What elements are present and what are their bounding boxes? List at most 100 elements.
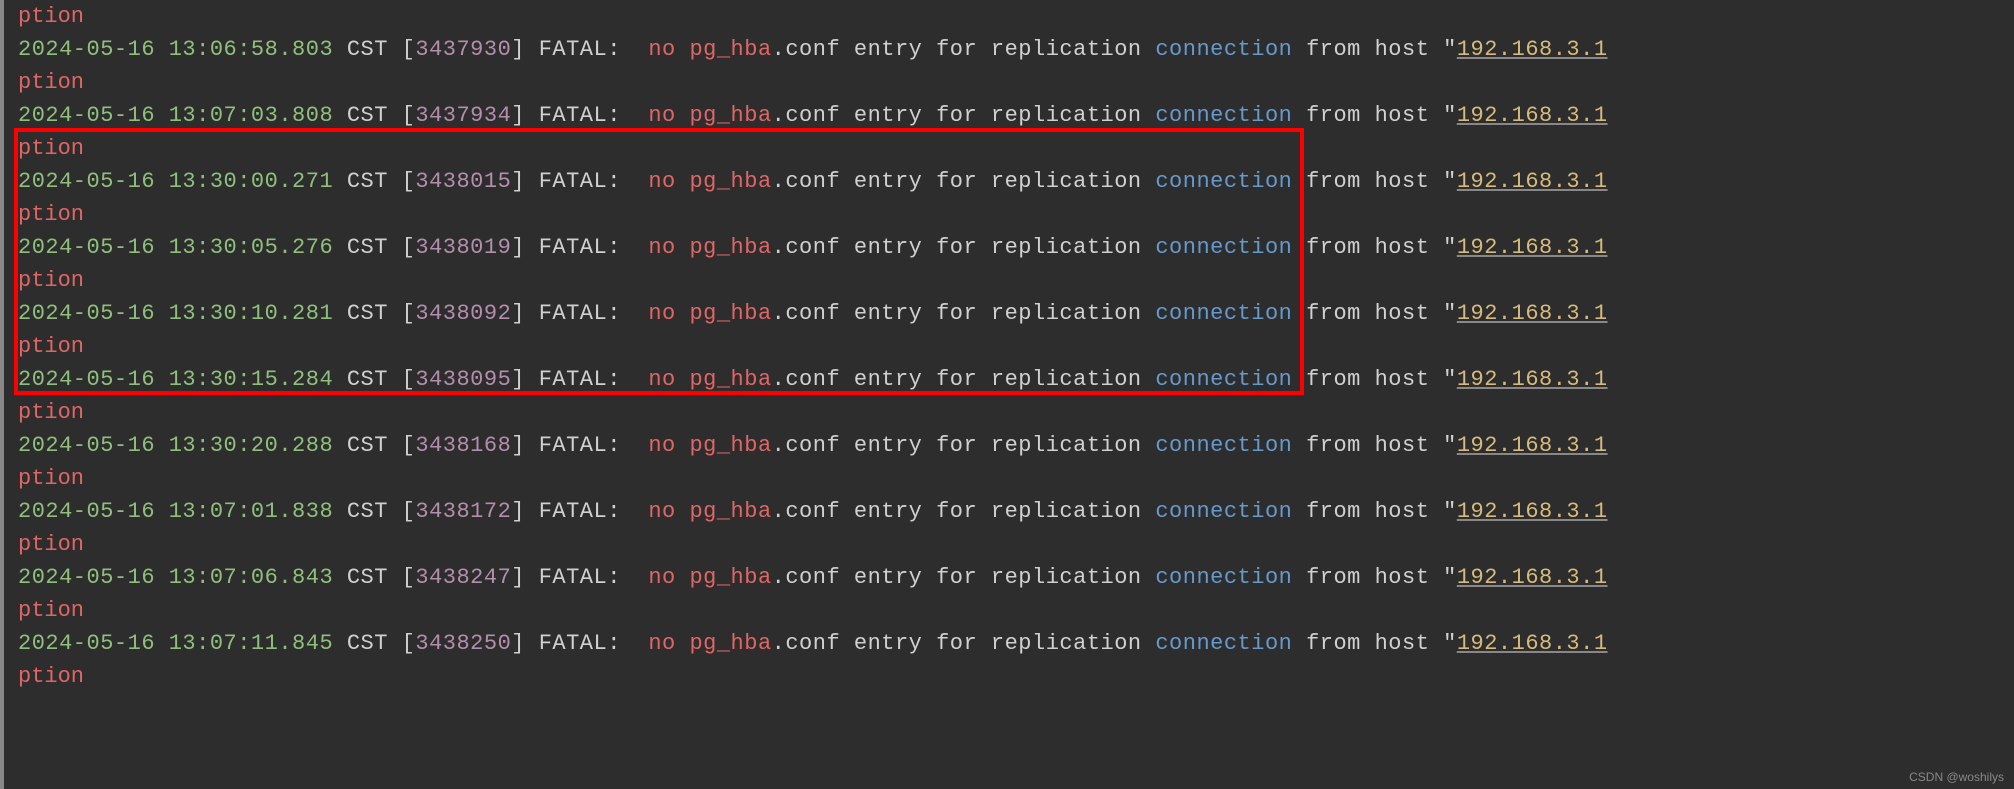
log-output[interactable]: ption 2024-05-16 13:06:58.803 CST [34379…	[4, 0, 2014, 693]
from-host-text: from host	[1306, 565, 1429, 590]
pghba-ref: pg_hba	[689, 631, 771, 656]
keyword-no: no	[648, 235, 675, 260]
pghba-ref: pg_hba	[689, 169, 771, 194]
log-entry: 2024-05-16 13:30:20.288 CST [3438168] FA…	[18, 429, 2014, 462]
conf-entry-text: .conf entry	[772, 631, 923, 656]
log-entry: 2024-05-16 13:30:15.284 CST [3438095] FA…	[18, 363, 2014, 396]
timezone: CST	[347, 37, 388, 62]
pghba-ref: pg_hba	[689, 565, 771, 590]
keyword-no: no	[648, 103, 675, 128]
log-level: FATAL:	[539, 367, 621, 392]
log-entry: 2024-05-16 13:07:11.845 CST [3438250] FA…	[18, 627, 2014, 660]
log-wrap-fragment: ption	[18, 198, 2014, 231]
process-id: 3438247	[415, 565, 511, 590]
bracket-close: ]	[511, 565, 525, 590]
connection-keyword: connection	[1155, 169, 1292, 194]
process-id: 3438250	[415, 631, 511, 656]
log-wrap-fragment: ption	[18, 132, 2014, 165]
timezone: CST	[347, 499, 388, 524]
conf-entry-text: .conf entry	[772, 565, 923, 590]
from-host-text: from host	[1306, 301, 1429, 326]
ip-address: 192.168.3.1	[1457, 169, 1608, 194]
log-wrap-fragment: ption	[18, 264, 2014, 297]
bracket-close: ]	[511, 37, 525, 62]
for-replication-text: for replication	[936, 103, 1142, 128]
for-replication-text: for replication	[936, 235, 1142, 260]
for-replication-text: for replication	[936, 631, 1142, 656]
watermark: CSDN @woshilys	[1909, 770, 2004, 784]
log-level: FATAL:	[539, 433, 621, 458]
for-replication-text: for replication	[936, 433, 1142, 458]
log-level: FATAL:	[539, 37, 621, 62]
log-wrap-fragment: ption	[18, 528, 2014, 561]
timestamp: 2024-05-16 13:06:58.803	[18, 37, 333, 62]
conf-entry-text: .conf entry	[772, 103, 923, 128]
ip-address: 192.168.3.1	[1457, 433, 1608, 458]
quote: "	[1443, 631, 1457, 656]
log-level: FATAL:	[539, 169, 621, 194]
log-entry: 2024-05-16 13:07:03.808 CST [3437934] FA…	[18, 99, 2014, 132]
from-host-text: from host	[1306, 235, 1429, 260]
quote: "	[1443, 565, 1457, 590]
log-wrap-fragment: ption	[18, 0, 2014, 33]
bracket-open: [	[402, 169, 416, 194]
connection-keyword: connection	[1155, 499, 1292, 524]
bracket-open: [	[402, 433, 416, 458]
ip-address: 192.168.3.1	[1457, 565, 1608, 590]
process-id: 3437930	[415, 37, 511, 62]
conf-entry-text: .conf entry	[772, 235, 923, 260]
ip-address: 192.168.3.1	[1457, 367, 1608, 392]
pghba-ref: pg_hba	[689, 301, 771, 326]
bracket-close: ]	[511, 103, 525, 128]
connection-keyword: connection	[1155, 565, 1292, 590]
from-host-text: from host	[1306, 367, 1429, 392]
timezone: CST	[347, 631, 388, 656]
from-host-text: from host	[1306, 433, 1429, 458]
ip-address: 192.168.3.1	[1457, 499, 1608, 524]
timestamp: 2024-05-16 13:30:05.276	[18, 235, 333, 260]
bracket-open: [	[402, 103, 416, 128]
bracket-close: ]	[511, 301, 525, 326]
process-id: 3438172	[415, 499, 511, 524]
log-entry: 2024-05-16 13:07:01.838 CST [3438172] FA…	[18, 495, 2014, 528]
log-level: FATAL:	[539, 103, 621, 128]
log-wrap-fragment: ption	[18, 396, 2014, 429]
from-host-text: from host	[1306, 499, 1429, 524]
for-replication-text: for replication	[936, 301, 1142, 326]
ip-address: 192.168.3.1	[1457, 235, 1608, 260]
for-replication-text: for replication	[936, 565, 1142, 590]
timezone: CST	[347, 235, 388, 260]
keyword-no: no	[648, 37, 675, 62]
log-entry: 2024-05-16 13:30:00.271 CST [3438015] FA…	[18, 165, 2014, 198]
keyword-no: no	[648, 433, 675, 458]
process-id: 3438092	[415, 301, 511, 326]
log-level: FATAL:	[539, 301, 621, 326]
log-wrap-fragment: ption	[18, 594, 2014, 627]
quote: "	[1443, 169, 1457, 194]
log-entry: 2024-05-16 13:30:05.276 CST [3438019] FA…	[18, 231, 2014, 264]
process-id: 3438015	[415, 169, 511, 194]
bracket-open: [	[402, 367, 416, 392]
connection-keyword: connection	[1155, 235, 1292, 260]
connection-keyword: connection	[1155, 367, 1292, 392]
for-replication-text: for replication	[936, 169, 1142, 194]
connection-keyword: connection	[1155, 631, 1292, 656]
timestamp: 2024-05-16 13:30:10.281	[18, 301, 333, 326]
process-id: 3438095	[415, 367, 511, 392]
conf-entry-text: .conf entry	[772, 433, 923, 458]
quote: "	[1443, 499, 1457, 524]
bracket-open: [	[402, 499, 416, 524]
quote: "	[1443, 37, 1457, 62]
log-wrap-fragment: ption	[18, 330, 2014, 363]
bracket-close: ]	[511, 235, 525, 260]
log-wrap-fragment: ption	[18, 66, 2014, 99]
timestamp: 2024-05-16 13:30:00.271	[18, 169, 333, 194]
for-replication-text: for replication	[936, 37, 1142, 62]
log-level: FATAL:	[539, 235, 621, 260]
connection-keyword: connection	[1155, 433, 1292, 458]
keyword-no: no	[648, 631, 675, 656]
keyword-no: no	[648, 565, 675, 590]
quote: "	[1443, 235, 1457, 260]
bracket-close: ]	[511, 631, 525, 656]
log-level: FATAL:	[539, 499, 621, 524]
